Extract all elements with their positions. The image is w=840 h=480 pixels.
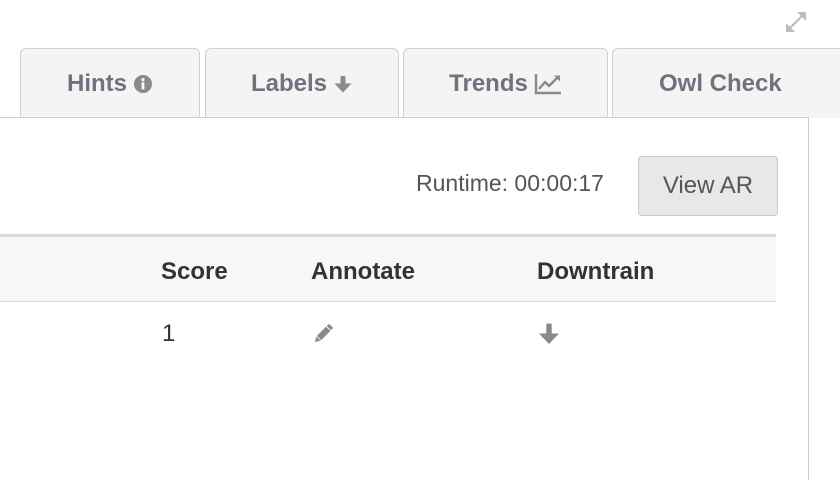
tab-hints-label: Hints [67, 69, 127, 97]
page: Hints Labels Trends Owl Check Runtime: 0… [0, 0, 840, 480]
tab-owl-check[interactable]: Owl Check [612, 48, 840, 118]
runtime-text: Runtime: 00:00:17 [416, 170, 604, 196]
tab-labels-label: Labels [250, 69, 328, 97]
expand-arrows-icon[interactable] [784, 10, 808, 34]
score-cell: 1 [162, 320, 176, 347]
tab-trends[interactable]: Trends [403, 48, 608, 118]
table-row: 1 [0, 302, 776, 366]
pencil-icon[interactable] [311, 322, 335, 346]
tab-trends-label: Trends [449, 69, 528, 97]
arrow-down-icon [334, 75, 352, 92]
table-header: Score Annotate Downtrain [0, 234, 776, 302]
view-ar-button[interactable]: View AR [638, 156, 778, 216]
header-score[interactable]: Score [161, 258, 228, 286]
info-circle-icon [134, 74, 152, 93]
header-downtrain[interactable]: Downtrain [537, 258, 654, 286]
line-chart-icon [534, 73, 561, 94]
arrow-down-icon[interactable] [537, 322, 561, 346]
header-annotate[interactable]: Annotate [311, 258, 415, 286]
tab-hints[interactable]: Hints [20, 48, 200, 118]
tab-labels[interactable]: Labels [205, 48, 399, 118]
tab-owl-check-label: Owl Check [659, 69, 782, 97]
